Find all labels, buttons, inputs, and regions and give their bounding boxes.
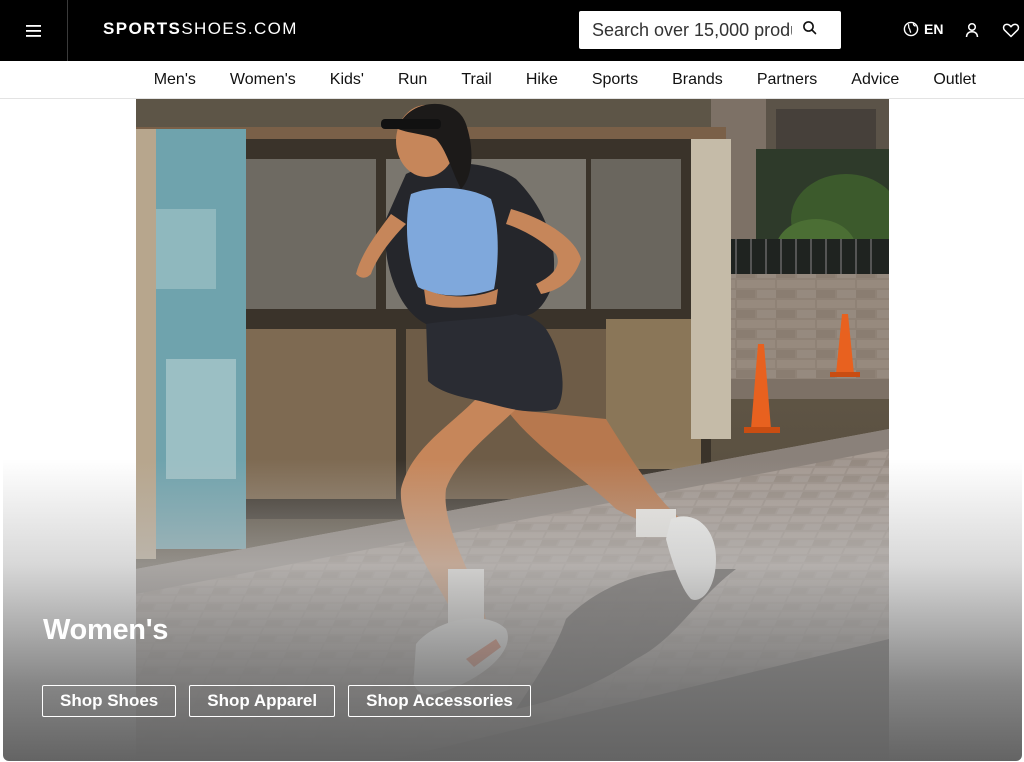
nav-item-sports[interactable]: Sports <box>592 71 638 89</box>
category-nav-list: Men's Women's Kids' Run Trail Hike Sport… <box>154 71 976 89</box>
language-selector[interactable]: EN <box>903 21 943 37</box>
hero-banner: Women's Shop Shoes Shop Apparel Shop Acc… <box>3 99 1022 761</box>
nav-item-run[interactable]: Run <box>398 71 427 89</box>
logo-rest-text: SHOES.COM <box>181 19 298 38</box>
nav-item-brands[interactable]: Brands <box>672 71 723 89</box>
nav-item-hike[interactable]: Hike <box>526 71 558 89</box>
logo-bold-text: SPORTS <box>103 19 182 38</box>
language-label: EN <box>924 21 944 37</box>
shop-shoes-button[interactable]: Shop Shoes <box>42 685 177 717</box>
globe-icon <box>903 21 919 37</box>
menu-button[interactable] <box>0 0 68 61</box>
account-icon <box>965 22 979 38</box>
category-nav: Men's Women's Kids' Run Trail Hike Sport… <box>0 61 1024 99</box>
hamburger-menu-icon <box>25 24 41 37</box>
search-icon <box>803 21 817 35</box>
wishlist-button[interactable] <box>1002 21 1020 39</box>
hero-title: Women's <box>43 614 169 646</box>
nav-item-advice[interactable]: Advice <box>851 71 899 89</box>
account-button[interactable] <box>963 21 981 39</box>
nav-item-trail[interactable]: Trail <box>461 71 492 89</box>
search-button[interactable] <box>799 17 821 39</box>
nav-item-outlet[interactable]: Outlet <box>933 71 976 89</box>
search-bar <box>579 11 841 49</box>
nav-item-womens[interactable]: Women's <box>230 71 296 89</box>
hero-cta-group: Shop Shoes Shop Apparel Shop Accessories <box>42 685 531 717</box>
site-header: SPORTSSHOES.COM EN <box>0 0 1024 61</box>
nav-item-partners[interactable]: Partners <box>757 71 817 89</box>
search-input[interactable] <box>592 19 792 41</box>
shop-apparel-button[interactable]: Shop Apparel <box>189 685 336 717</box>
nav-item-kids[interactable]: Kids' <box>330 71 364 89</box>
shop-accessories-button[interactable]: Shop Accessories <box>348 685 531 717</box>
nav-item-mens[interactable]: Men's <box>154 71 196 89</box>
heart-icon <box>1002 23 1020 38</box>
site-logo[interactable]: SPORTSSHOES.COM <box>103 19 298 39</box>
